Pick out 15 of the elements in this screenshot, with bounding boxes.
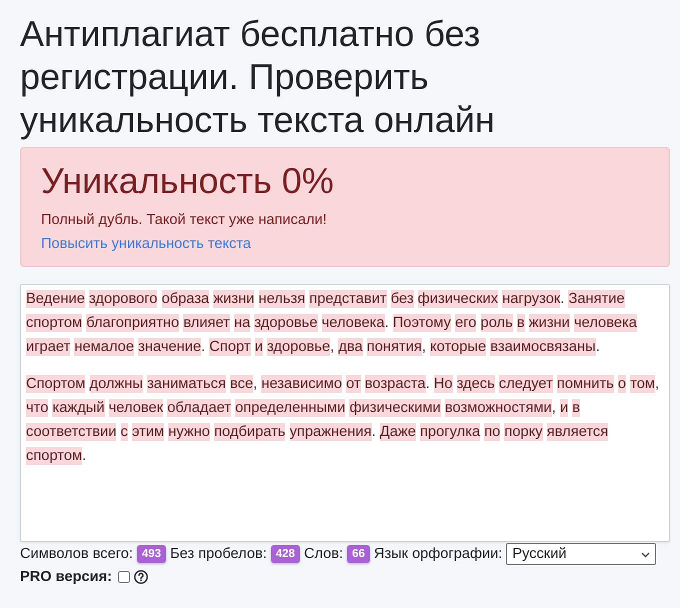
- stat-label: Символов всего:: [20, 545, 133, 564]
- spelling-label: Язык орфографии:: [374, 545, 502, 564]
- pro-checkbox[interactable]: [118, 571, 130, 583]
- count-badge: 493: [136, 545, 166, 563]
- result-message: Полный дубль. Такой текст уже написали!: [41, 211, 328, 230]
- page-title: Антиплагиат бесплатно без регистрации. Проверить уникальность текста онлайн: [20, 12, 496, 141]
- text-editor[interactable]: Ведение здорового образа жизни нельзя представит без физических нагрузок. Занятие спортом благоприятно влияет на здоровье человека. Поэтому его роль в жизни человека играет немалое значение. Спорт и здоровье, два понятия, которые взаимосвязаны. Спортом должны заниматься все, независимо от возраста. Но здесь следует помнить о том, что каждый человек обладает определенными физическими возможностями, и в соответствии с этим нужно подбирать упражнения. Даже прогулка по порку является спортом.: [20, 284, 670, 542]
- uniqueness-heading: Уникальность 0%: [41, 160, 335, 202]
- help-icon[interactable]: [134, 570, 148, 584]
- count-badge: 428: [270, 545, 300, 563]
- stat-label: Слов:: [304, 545, 344, 564]
- stat-label: Без пробелов:: [170, 545, 267, 564]
- language-select[interactable]: Русский: [506, 543, 656, 565]
- count-badge: 66: [347, 545, 370, 563]
- pro-label: PRO версия:: [20, 568, 112, 587]
